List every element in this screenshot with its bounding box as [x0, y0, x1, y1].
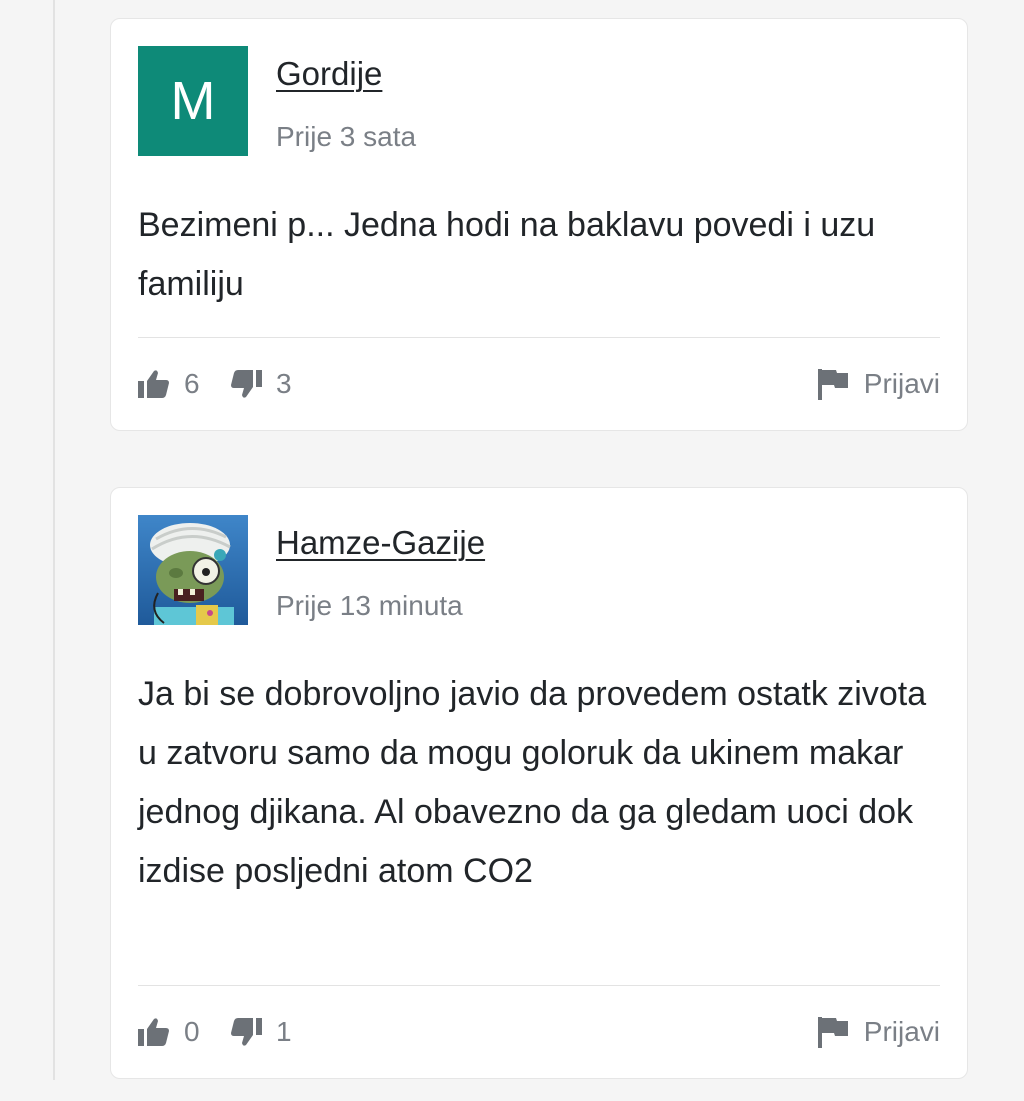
report-button[interactable]: Prijavi	[817, 1012, 940, 1052]
zombie-avatar-icon[interactable]	[138, 515, 248, 625]
dislike-count: 1	[276, 1016, 292, 1047]
thumbs-up-icon	[138, 369, 170, 399]
like-count: 6	[184, 368, 200, 399]
comment-time: Prije 3 sata	[276, 121, 417, 152]
comment-card: M Gordije Prije 3 sata Bezimeni p... Jed…	[110, 18, 968, 431]
thumbs-down-icon	[230, 369, 262, 399]
dislike-button[interactable]: 3	[230, 364, 292, 404]
like-button[interactable]: 0	[138, 1012, 200, 1052]
comments-page: M Gordije Prije 3 sata Bezimeni p... Jed…	[0, 0, 1024, 1101]
comment-username[interactable]: Gordije	[276, 55, 382, 93]
dislike-button[interactable]: 1	[230, 1012, 292, 1052]
comment-card: Hamze-Gazije Prije 13 minuta Ja bi se do…	[110, 487, 968, 1079]
report-label: Prijavi	[863, 1016, 940, 1047]
divider	[138, 985, 940, 986]
divider	[138, 337, 940, 338]
comment-username[interactable]: Hamze-Gazije	[276, 524, 485, 562]
comment-actions: 0 1 Prijavi	[138, 1012, 940, 1052]
thread-line	[53, 0, 55, 1080]
thumbs-up-icon	[138, 1017, 170, 1047]
like-count: 0	[184, 1016, 200, 1047]
like-button[interactable]: 6	[138, 364, 200, 404]
flag-icon	[817, 1016, 848, 1048]
flag-icon	[817, 368, 848, 400]
comment-text: Ja bi se dobrovoljno javio da provedem o…	[138, 675, 927, 890]
avatar[interactable]: M	[138, 46, 248, 156]
comment-actions: 6 3 Prijavi	[138, 364, 940, 404]
comment-text: Bezimeni p... Jedna hodi na baklavu pove…	[138, 206, 876, 303]
comment-time: Prije 13 minuta	[276, 590, 463, 621]
thumbs-down-icon	[230, 1017, 262, 1047]
report-button[interactable]: Prijavi	[817, 364, 940, 404]
report-label: Prijavi	[863, 368, 940, 399]
dislike-count: 3	[276, 368, 292, 399]
